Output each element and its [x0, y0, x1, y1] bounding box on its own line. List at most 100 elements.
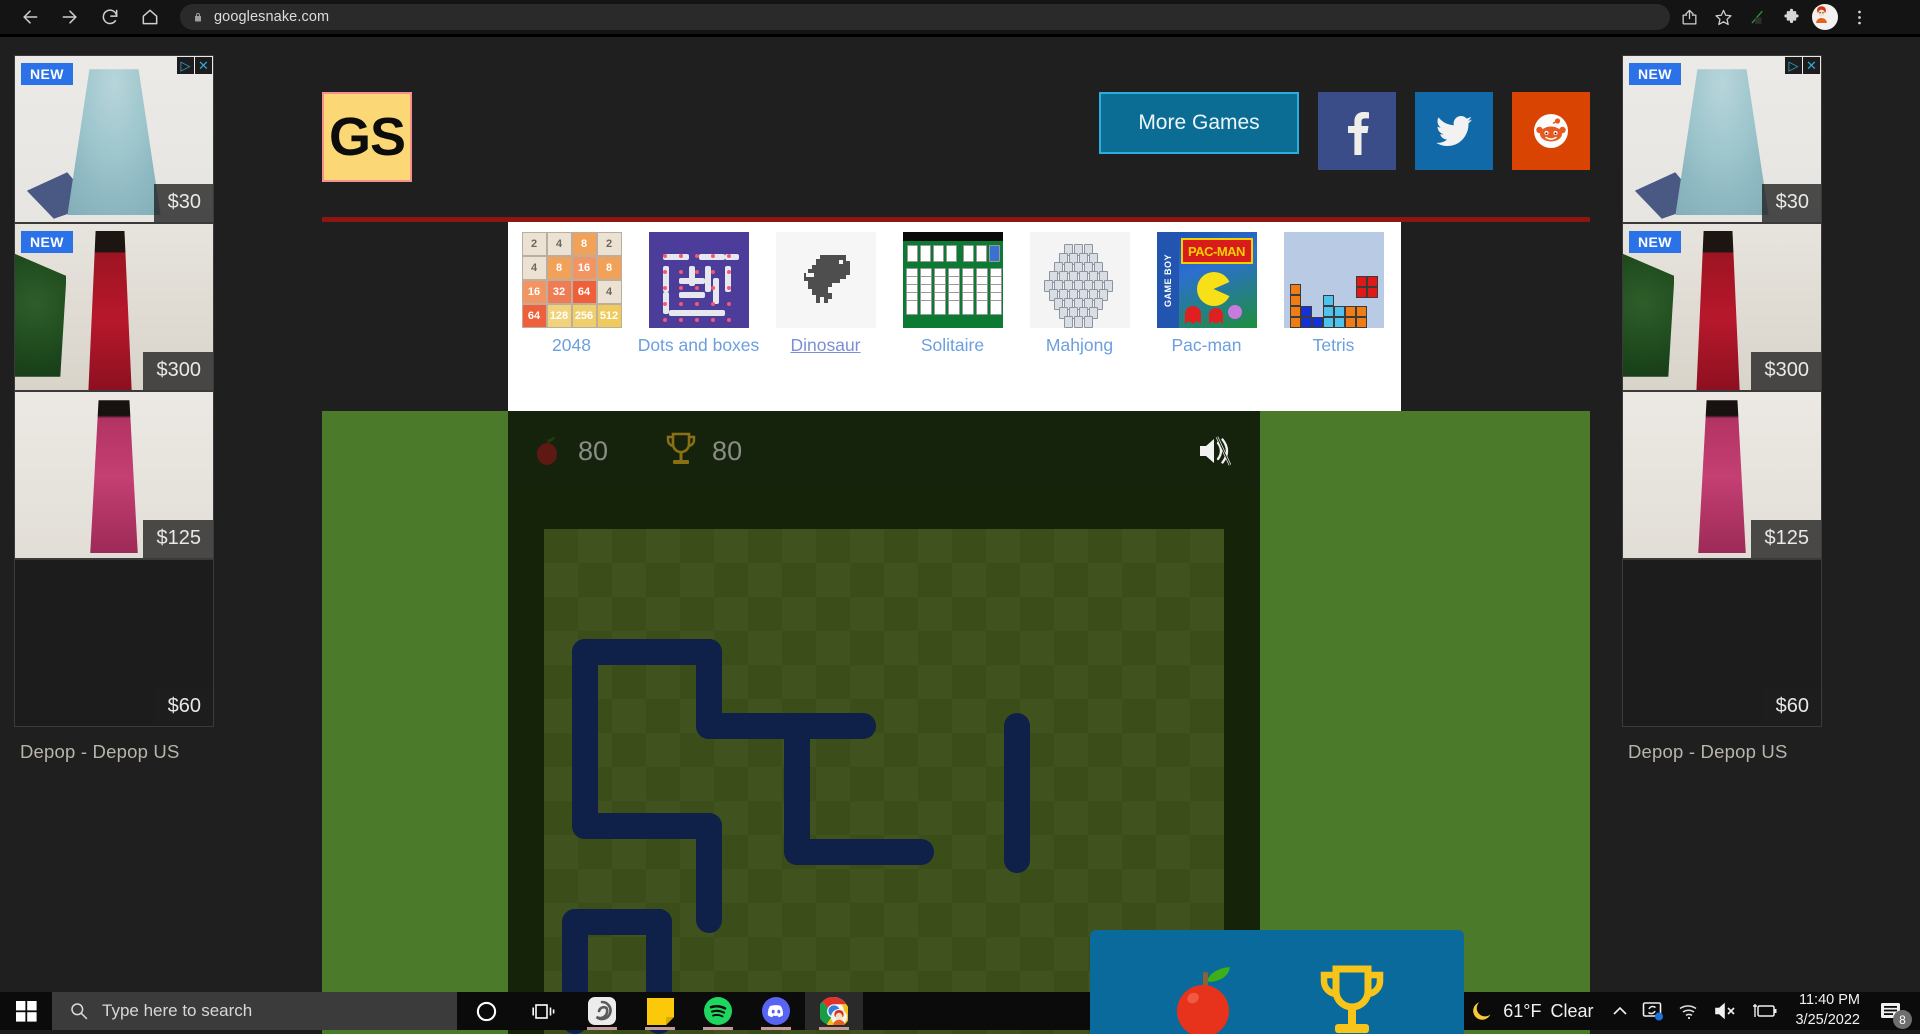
ad-item[interactable]: NEW $30 ▷ ✕: [14, 55, 214, 223]
2048-tile: 32: [546, 280, 572, 304]
ad-item[interactable]: NEW $300: [1622, 223, 1822, 391]
adchoices-icon[interactable]: ▷: [177, 57, 194, 74]
dots-dot: [678, 270, 683, 274]
ad-advertiser[interactable]: Depop - Depop US: [14, 727, 214, 763]
cortana-circle-icon[interactable]: [457, 992, 515, 1030]
dots-dot: [662, 286, 667, 290]
weather-temp: 61°F: [1503, 1000, 1542, 1021]
snake-segment: [696, 813, 722, 933]
ad-rail-right: NEW $30 ▷ ✕ NEW $300 $125 $60 Depop - De: [1622, 55, 1822, 763]
ad-rail-left: NEW $30 ▷ ✕ NEW $300 $125 $60 Depop - De: [14, 55, 214, 763]
taskbar-search-box[interactable]: Type here to search: [52, 992, 457, 1030]
ad-new-badge: NEW: [21, 63, 73, 85]
game-link-dinosaur[interactable]: Dinosaur: [762, 232, 889, 357]
game-link-dots-and-boxes[interactable]: Dots and boxes: [635, 232, 762, 357]
dots-dot: [710, 302, 715, 306]
dots-dot: [662, 318, 667, 322]
apple-score-value: 80: [578, 435, 609, 466]
chrome-menu-icon[interactable]: [1844, 3, 1874, 31]
extensions-puzzle-icon[interactable]: [1776, 3, 1806, 31]
home-icon[interactable]: [130, 2, 170, 32]
facebook-share-button[interactable]: [1318, 92, 1396, 170]
solitaire-statusbar: [902, 232, 1003, 241]
adchoices-icon[interactable]: ▷: [1785, 57, 1802, 74]
back-arrow-icon[interactable]: [10, 2, 50, 32]
tetris-block: [1311, 317, 1323, 328]
tetris-block: [1300, 306, 1312, 317]
volume-muted-icon[interactable]: [1707, 992, 1745, 1030]
wifi-icon[interactable]: [1671, 992, 1707, 1030]
ad-close-icon[interactable]: ✕: [1803, 57, 1820, 74]
forward-arrow-icon[interactable]: [50, 2, 90, 32]
site-logo[interactable]: GS: [322, 92, 412, 182]
sticky-notes-icon[interactable]: [631, 992, 689, 1030]
dots-bar: [678, 278, 705, 284]
game-link-2048[interactable]: 2 4 8 2 4 8 16 8 16 32 64 4 64 128 256 512 2048: [508, 232, 635, 357]
discord-icon[interactable]: [747, 992, 805, 1030]
quizlet-icon[interactable]: [573, 992, 631, 1030]
url-text: googlesnake.com: [214, 9, 330, 25]
twitter-share-button[interactable]: [1415, 92, 1493, 170]
more-games-button[interactable]: More Games: [1099, 92, 1299, 154]
search-placeholder: Type here to search: [102, 1001, 253, 1020]
task-view-icon[interactable]: [515, 992, 573, 1030]
bookmark-star-icon[interactable]: [1708, 3, 1738, 31]
ad-item[interactable]: $125: [1622, 391, 1822, 559]
game-link-mahjong[interactable]: Mahjong: [1016, 232, 1143, 357]
ad-close-icon[interactable]: ✕: [195, 57, 212, 74]
chrome-icon[interactable]: [805, 992, 863, 1030]
game-label: Dots and boxes: [637, 335, 760, 355]
show-hidden-icons-chevron[interactable]: [1605, 992, 1635, 1030]
start-button[interactable]: [0, 992, 52, 1030]
ad-item[interactable]: NEW $300: [14, 223, 214, 391]
ad-price: $125: [1750, 520, 1821, 558]
games-strip: 2 4 8 2 4 8 16 8 16 32 64 4 64 128 256 512 2048 Dots an…: [508, 222, 1401, 412]
ad-item[interactable]: NEW $30 ▷ ✕: [1622, 55, 1822, 223]
2048-tile: 64: [521, 304, 547, 328]
tetris-block: [1355, 287, 1367, 298]
game-link-tetris[interactable]: Tetris: [1270, 232, 1397, 357]
profile-avatar[interactable]: [1810, 3, 1840, 31]
ad-item[interactable]: $60: [1622, 559, 1822, 727]
2048-tile: 256: [571, 304, 597, 328]
reload-icon[interactable]: [90, 2, 130, 32]
dots-bar: [668, 310, 725, 316]
ad-card: NEW $30 ▷ ✕ NEW $300 $125 $60 Depop - De: [1622, 55, 1822, 763]
dots-dot: [694, 302, 699, 306]
game-link-pacman[interactable]: GAME BOY PAC-MAN Pac-man: [1143, 232, 1270, 357]
ad-item[interactable]: $60: [14, 559, 214, 727]
game-link-solitaire[interactable]: Solitaire: [889, 232, 1016, 357]
ad-item[interactable]: $125: [14, 391, 214, 559]
highlighter-extension-icon[interactable]: [1742, 3, 1772, 31]
taskbar-clock[interactable]: 11:40 PM 3/25/2022: [1785, 991, 1870, 1030]
spotify-icon[interactable]: [689, 992, 747, 1030]
ad-advertiser[interactable]: Depop - Depop US: [1622, 727, 1822, 763]
address-bar[interactable]: googlesnake.com: [180, 4, 1670, 30]
game-label: Solitaire: [920, 335, 985, 355]
site-header: GS More Games: [322, 62, 1590, 217]
dots-dot: [710, 270, 715, 274]
facebook-icon: [1348, 112, 1369, 155]
mute-toggle-button[interactable]: [1194, 431, 1234, 471]
tetris-block: [1289, 306, 1301, 317]
2048-tile: 512: [596, 304, 622, 328]
2048-tile: 128: [546, 304, 572, 328]
onedrive-sync-icon[interactable]: [1635, 992, 1671, 1030]
dots-dot: [662, 302, 667, 306]
tetris-block: [1289, 284, 1301, 295]
weather-widget[interactable]: 61°F Clear: [1458, 999, 1605, 1023]
reddit-share-button[interactable]: [1512, 92, 1590, 170]
share-icon[interactable]: [1674, 3, 1704, 31]
battery-charging-icon[interactable]: [1745, 992, 1785, 1030]
2048-tile: 4: [521, 256, 547, 280]
mahjong-tile: [1063, 316, 1073, 328]
ad-new-badge: NEW: [21, 231, 73, 253]
mahjong-tile: [1083, 316, 1093, 328]
tetris-block: [1333, 317, 1345, 328]
reddit-icon: [1534, 114, 1568, 148]
2048-tile: 16: [521, 280, 547, 304]
dots-dot: [710, 286, 715, 290]
notification-center-button[interactable]: 8: [1870, 992, 1914, 1030]
dots-bar: [712, 278, 719, 304]
tetris-block: [1300, 317, 1312, 328]
